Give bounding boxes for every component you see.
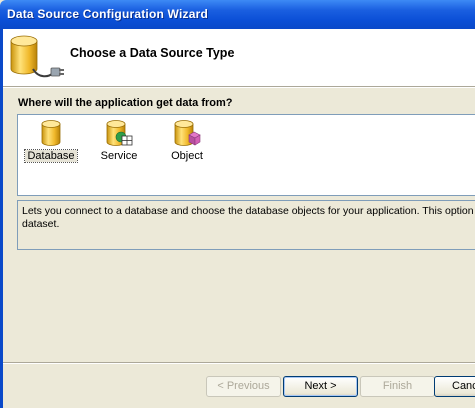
database-plug-icon — [9, 33, 65, 83]
finish-button[interactable]: Finish — [360, 376, 435, 397]
source-item-object[interactable]: Object — [160, 119, 214, 171]
footer-divider — [3, 362, 475, 364]
database-icon — [41, 120, 61, 146]
description-box: Lets you connect to a database and choos… — [17, 200, 475, 250]
page-title: Choose a Data Source Type — [70, 46, 235, 60]
window-title: Data Source Configuration Wizard — [7, 7, 208, 21]
source-item-label: Database — [24, 149, 78, 163]
service-icon — [106, 120, 133, 146]
prompt-label: Where will the application get data from… — [18, 97, 233, 109]
object-icon — [174, 120, 201, 146]
cancel-button[interactable]: Cancel — [434, 376, 475, 397]
previous-button[interactable]: < Previous — [206, 376, 281, 397]
source-item-label: Object — [171, 150, 203, 162]
description-line-1: Lets you connect to a database and choos… — [22, 205, 475, 217]
source-item-service[interactable]: Service — [92, 119, 146, 171]
description-line-2: dataset. — [22, 218, 60, 230]
wizard-window: Data Source Configuration Wizard Choose … — [0, 0, 475, 408]
data-source-type-list[interactable]: Database Service Object — [17, 114, 475, 196]
source-item-database[interactable]: Database — [24, 119, 78, 171]
title-bar[interactable]: Data Source Configuration Wizard — [0, 0, 475, 29]
next-button[interactable]: Next > — [283, 376, 358, 397]
header-divider — [3, 86, 475, 88]
wizard-header: Choose a Data Source Type — [3, 29, 475, 86]
source-item-label: Service — [100, 150, 138, 162]
